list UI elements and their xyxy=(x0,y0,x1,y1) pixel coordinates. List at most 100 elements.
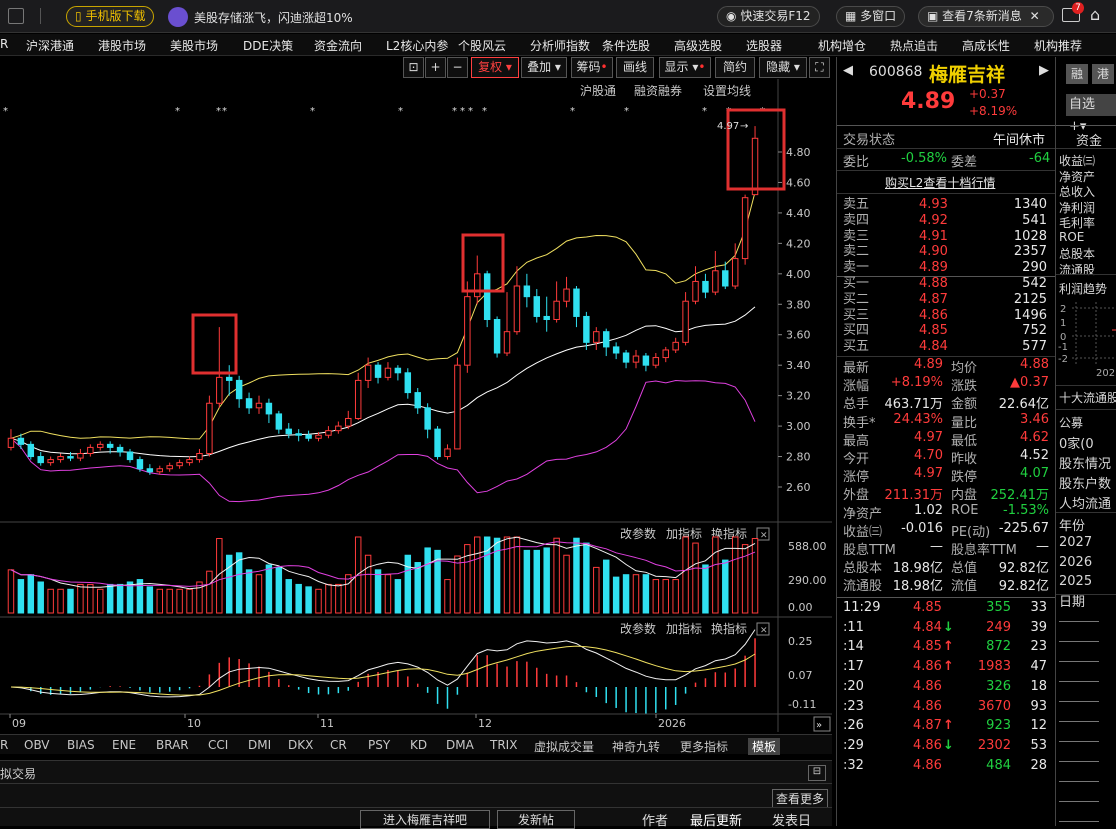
menu-item-hsgt[interactable]: 沪深港通 xyxy=(26,37,74,54)
chart-header-link: 设置均线 xyxy=(703,84,751,98)
kline-chart-area[interactable]: 4.80 4.60 4.40 4.20 4.00 3.80 3.60 3.40 3.20 3.00… xyxy=(0,57,832,763)
menu-item-analyst[interactable]: 分析师指数 xyxy=(530,37,590,54)
watchlist-button[interactable]: 自选 +▾ xyxy=(1066,94,1116,134)
simple-button[interactable]: 简约 xyxy=(715,57,755,78)
stat-value: 4.88 xyxy=(1020,357,1049,372)
menu-item-stock-news[interactable]: 个股风云 xyxy=(458,37,506,54)
ind-tab-r[interactable]: R xyxy=(0,738,8,752)
news-banner[interactable]: 美股存储涨飞，闪迪涨超10% xyxy=(194,9,353,26)
display-button[interactable]: 显示 ▾• xyxy=(659,57,711,78)
date-header: 日期 xyxy=(1059,595,1086,610)
virtual-trade-label[interactable]: 拟交易 xyxy=(0,765,36,782)
ind-tab-dma[interactable]: DMA xyxy=(446,738,474,752)
event-marker: * xyxy=(398,106,403,117)
hide-button[interactable]: 隐藏 ▾ xyxy=(759,57,807,78)
ind-tab-dkx[interactable]: DKX xyxy=(288,738,313,752)
menu-item-selector[interactable]: 选股器 xyxy=(746,37,782,54)
ind-tab-trix[interactable]: TRIX xyxy=(490,738,517,752)
kline-chart-svg[interactable]: 4.80 4.60 4.40 4.20 4.00 3.80 3.60 3.40 3.20 3.00… xyxy=(0,57,832,734)
ind-tab-more[interactable]: 更多指标 xyxy=(680,738,728,755)
ind-tab-dmi[interactable]: DMI xyxy=(248,738,271,752)
chips-button[interactable]: 筹码• xyxy=(571,57,613,78)
high-price-marker: 4.97 xyxy=(717,121,739,132)
tick-price: 4.86 xyxy=(913,678,942,694)
zoom-out-icon[interactable]: − xyxy=(447,57,468,78)
menu-item-inst-add[interactable]: 机构增仓 xyxy=(818,37,866,54)
menu-item-inst-rec[interactable]: 机构推荐 xyxy=(1034,37,1082,54)
orderbook-level-label: 买四 xyxy=(843,323,870,339)
high-arrow-icon: → xyxy=(740,121,748,132)
macd-dea-line xyxy=(10,645,756,696)
menu-item-hotspot[interactable]: 热点追击 xyxy=(890,37,938,54)
profit-trend-label[interactable]: 利润趋势 xyxy=(1059,280,1107,297)
holder-info-label[interactable]: 股东情况 xyxy=(1059,453,1111,472)
ind-tab-obv[interactable]: OBV xyxy=(24,738,50,752)
ind-tab-bias[interactable]: BIAS xyxy=(67,738,95,752)
tick-price: 4.87 xyxy=(913,718,942,734)
stat-label: 换手* xyxy=(843,415,876,431)
menu-item-dde[interactable]: DDE决策 xyxy=(243,37,293,54)
volume-bar xyxy=(493,537,501,614)
l2-buy-link[interactable]: 购买L2查看十档行情 xyxy=(885,174,995,191)
menu-item-hk[interactable]: 港股市场 xyxy=(98,37,146,54)
post-time-column[interactable]: 发表日 xyxy=(772,810,811,829)
ind-tab-cci[interactable]: CCI xyxy=(208,738,228,752)
mobile-download-button[interactable]: ▯ 手机版下载 xyxy=(66,6,155,27)
fuquan-button[interactable]: 复权 ▾ xyxy=(471,57,519,78)
volume-bar xyxy=(722,559,729,614)
close-icon[interactable]: ✕ xyxy=(1030,9,1040,23)
prev-stock-icon[interactable]: ◀ xyxy=(843,63,853,78)
zoom-in-icon[interactable]: + xyxy=(425,57,446,78)
post-button[interactable]: 发新帖 xyxy=(497,810,575,829)
menu-item-fund-flow[interactable]: 资金流向 xyxy=(314,37,362,54)
hk-tag[interactable]: 港 xyxy=(1092,64,1114,84)
stat-value: ▲0.37 xyxy=(1010,375,1049,391)
last-update-column[interactable]: 最后更新 xyxy=(690,810,742,829)
ind-tab-kd[interactable]: KD xyxy=(410,738,427,752)
per-capita-label[interactable]: 人均流通 xyxy=(1059,493,1111,512)
draw-line-button[interactable]: 画线 xyxy=(616,57,654,78)
ind-tab-cr[interactable]: CR xyxy=(330,738,347,752)
tick-volume: 923 xyxy=(986,718,1011,734)
quick-trade-button[interactable]: ◉ 快速交易F12 xyxy=(717,6,820,27)
tick-price: 4.86 xyxy=(913,659,942,675)
view-more-button[interactable]: 查看更多 xyxy=(772,789,829,808)
boll-mid-line xyxy=(10,306,756,458)
overlay-button[interactable]: 叠加 ▾ xyxy=(521,57,567,78)
volume-close-glyph: ✕ xyxy=(760,531,768,541)
next-stock-icon[interactable]: ▶ xyxy=(1039,63,1049,78)
ind-tab-nine[interactable]: 神奇九转 xyxy=(612,738,660,755)
messages-button[interactable]: ▣ 查看7条新消息 ✕ xyxy=(918,6,1054,27)
menu-item-advanced[interactable]: 高级选股 xyxy=(674,37,722,54)
top-holders-label[interactable]: 十大流通股 xyxy=(1059,389,1116,406)
holder-count-label[interactable]: 股东户数 xyxy=(1059,473,1111,492)
multi-window-button[interactable]: ▦ 多窗口 xyxy=(836,6,906,27)
bottom-collapse-icon[interactable]: ⊟ xyxy=(808,765,826,781)
fund-tab[interactable]: 资金 xyxy=(1076,130,1102,149)
ind-tab-ene[interactable]: ENE xyxy=(112,738,136,752)
menu-item-growth[interactable]: 高成长性 xyxy=(962,37,1010,54)
fullscreen-icon[interactable]: ⛶ xyxy=(809,57,830,78)
volume-bar xyxy=(97,588,104,614)
ind-tab-psy[interactable]: PSY xyxy=(368,738,390,752)
margin-tag[interactable]: 融 xyxy=(1066,64,1088,84)
lock-icon[interactable]: ⊡ xyxy=(403,57,424,78)
top-grid-icon[interactable] xyxy=(8,8,24,24)
event-marker: * xyxy=(624,106,629,117)
stat-label: 涨停 xyxy=(843,470,870,486)
menu-item-us[interactable]: 美股市场 xyxy=(170,37,218,54)
ind-tab-virtual-vol[interactable]: 虚拟成交量 xyxy=(534,738,594,755)
menu-item-r[interactable]: R xyxy=(0,37,8,51)
ind-tab-template[interactable]: 模板 xyxy=(748,738,781,755)
volume-bar xyxy=(77,583,84,614)
menu-item-l2[interactable]: L2核心内参 xyxy=(386,37,448,54)
candle-body xyxy=(662,349,669,359)
ind-tab-brar[interactable]: BRAR xyxy=(156,738,189,752)
home-icon[interactable]: ⌂ xyxy=(1090,5,1100,24)
enter-bar-button[interactable]: 进入梅雁吉祥吧 xyxy=(360,810,490,829)
tick-arrow: ↓ xyxy=(943,737,954,753)
volume-bar xyxy=(166,588,173,614)
stat-label: 最新 xyxy=(843,361,870,376)
volume-bar xyxy=(176,588,183,614)
menu-item-condition[interactable]: 条件选股 xyxy=(602,37,650,54)
